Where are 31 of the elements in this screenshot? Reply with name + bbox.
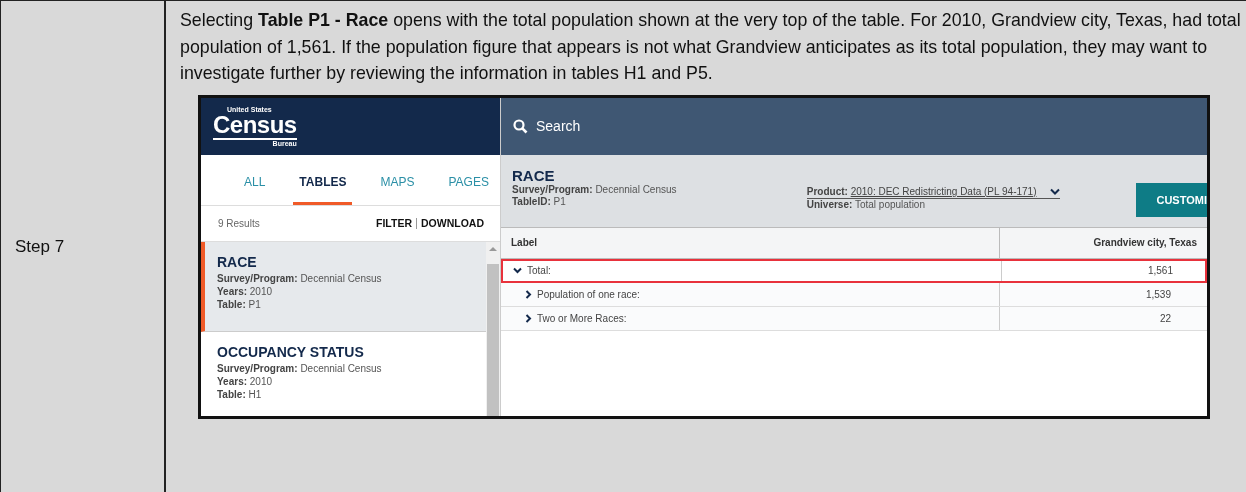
tab[interactable]: PAGES [442, 173, 495, 205]
universe-text: Universe: Total population [806, 198, 926, 211]
meta-text: TableID: P1 [512, 195, 567, 208]
caret-right-icon[interactable] [525, 313, 532, 323]
tab[interactable]: ALL [238, 173, 272, 205]
customize-button[interactable]: CUSTOMI [1136, 182, 1207, 217]
product-select[interactable]: Product: 2010: DEC Redistricting Data (PL 94-171) [806, 185, 1061, 199]
search-field[interactable]: Search [536, 118, 581, 134]
table-cell: Population of one race: [537, 288, 640, 300]
table-cell: Two or More Races: [537, 312, 627, 324]
instruction-paragraph: Selecting Table P1 - Race opens with the total population shown at the very top of the table. For 2010, Grandview city, Texas, had total population of 1,561. If the population figure that appears is not what Grandview anticipates as its total population, they may want to investigate further by reviewing the information in tables H1 and P5. [180, 9, 1242, 85]
column-header: Grandview city, Texas [999, 227, 1207, 258]
caret-down-icon[interactable] [513, 267, 522, 274]
column-header: Label [510, 236, 539, 250]
table-cell: Total: [527, 265, 551, 276]
meta-text: Survey/Program: Decennial Census [512, 183, 678, 196]
search-icon[interactable] [513, 118, 528, 134]
step-label: Step 7 [15, 236, 65, 257]
table-cell: 22 [999, 306, 1181, 330]
download-link[interactable]: DOWNLOAD [421, 217, 484, 229]
table-title: RACE [512, 166, 556, 184]
tab[interactable]: MAPS [374, 173, 421, 205]
table-cell: 1,539 [999, 282, 1181, 306]
result-item[interactable]: RACE Survey/Program: Decennial Census Years: 2010 Table: P1 [201, 241, 486, 332]
results-count: 9 Results [218, 217, 260, 229]
tab[interactable]: TABLES [293, 173, 353, 205]
table-cell: 1,561 [1001, 260, 1183, 281]
caret-right-icon[interactable] [525, 289, 532, 299]
filter-link[interactable]: FILTER [376, 217, 412, 229]
scrollbar[interactable] [486, 241, 500, 416]
chevron-down-icon[interactable] [1050, 188, 1061, 195]
